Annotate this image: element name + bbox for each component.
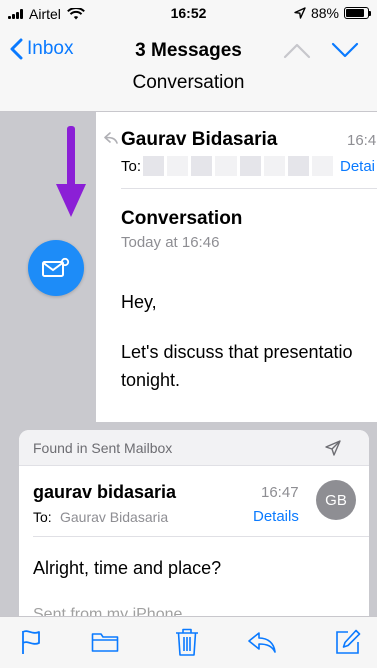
bottom-toolbar	[0, 616, 377, 668]
battery-fill	[346, 9, 365, 17]
message-card[interactable]: Gaurav Bidasaria 16:4 To: Detai Conversa…	[96, 112, 377, 422]
conversation-view: Gaurav Bidasaria 16:4 To: Detai Conversa…	[0, 112, 377, 616]
avatar: GB	[316, 480, 356, 520]
redacted-recipient	[143, 156, 333, 176]
replied-icon	[104, 132, 118, 144]
envelope-badge-icon	[42, 257, 70, 277]
status-bar: Airtel 16:52 88%	[0, 0, 377, 28]
compose-icon	[336, 629, 361, 654]
folder-icon	[91, 633, 119, 652]
body-line: Hey,	[121, 292, 157, 312]
body-line: Let's discuss that presentatio tonight.	[121, 342, 353, 390]
flag-button[interactable]	[16, 627, 46, 657]
to-label: To:	[33, 509, 52, 525]
details-link[interactable]: Details	[253, 508, 299, 525]
status-right: 88%	[294, 5, 371, 21]
battery-percent: 88%	[310, 5, 339, 21]
page-subtitle: Conversation	[132, 72, 245, 93]
chevron-up-icon[interactable]	[283, 40, 311, 60]
message-time: 16:4	[347, 132, 377, 149]
reply-button[interactable]	[247, 627, 277, 657]
mailbox-header: Found in Sent Mailbox	[19, 430, 369, 466]
flag-icon	[22, 630, 40, 654]
chevron-down-icon[interactable]	[331, 40, 359, 60]
details-link[interactable]: Detai	[340, 158, 375, 175]
recipient-name: Gaurav Bidasaria	[60, 509, 169, 525]
message-signature: Sent from my iPhone	[33, 606, 183, 616]
send-icon	[325, 440, 341, 456]
trash-icon	[176, 628, 198, 656]
annotation-arrow-icon	[56, 126, 86, 217]
sent-message-card[interactable]: Found in Sent Mailbox gaurav bidasaria 1…	[19, 430, 369, 616]
reply-icon	[248, 632, 276, 653]
move-folder-button[interactable]	[90, 627, 120, 657]
to-label: To:	[121, 158, 142, 175]
page-title: 3 Messages	[135, 40, 242, 61]
message-time: 16:47	[261, 484, 299, 501]
battery-icon	[344, 7, 371, 19]
compose-button[interactable]	[333, 627, 363, 657]
email-fab-button[interactable]	[28, 240, 84, 296]
message-body: Hey, Let's discuss that presentatio toni…	[121, 288, 377, 416]
location-arrow-icon	[294, 7, 306, 19]
sender-name: gaurav bidasaria	[33, 482, 177, 502]
sender-name: Gaurav Bidasaria	[121, 129, 278, 150]
divider	[121, 188, 377, 189]
trash-button[interactable]	[172, 627, 202, 657]
navigation-bar: Inbox 3 Messages Conversation	[0, 28, 377, 112]
divider	[33, 536, 369, 537]
message-body: Alright, time and place?	[33, 558, 222, 578]
found-in-label: Found in Sent Mailbox	[33, 440, 173, 456]
message-subject: Conversation	[121, 208, 243, 229]
message-date: Today at 16:46	[121, 234, 220, 251]
